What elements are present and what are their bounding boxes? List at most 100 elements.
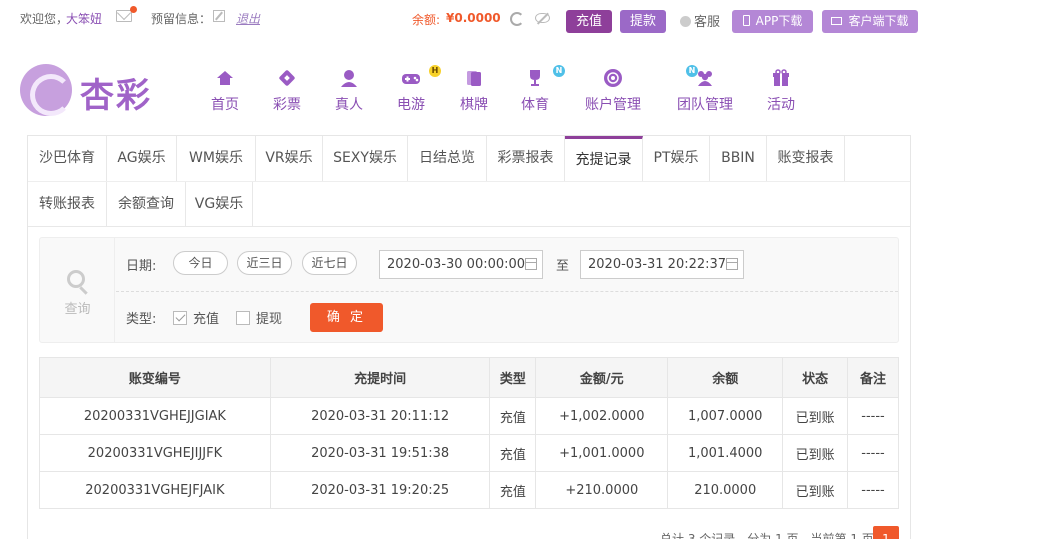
gamepad-icon bbox=[402, 74, 420, 84]
service-icon bbox=[680, 16, 691, 27]
query-divider bbox=[116, 291, 898, 292]
balance: 1,007.0000 bbox=[667, 397, 784, 435]
tab-bbin[interactable]: BBIN bbox=[710, 136, 767, 181]
logo-text: 杏彩 bbox=[80, 76, 152, 116]
tab-saba-sports[interactable]: 沙巴体育 bbox=[28, 136, 107, 181]
amount: +1,001.0000 bbox=[535, 434, 669, 472]
tab-wm[interactable]: WM娱乐 bbox=[177, 136, 256, 181]
time: 2020-03-31 19:20:25 bbox=[269, 471, 491, 509]
nav-label: 活动 bbox=[767, 97, 795, 113]
type-recharge-label: 充值 bbox=[193, 312, 220, 327]
table-row: 20200331VGHEJJGIAK 2020-03-31 20:11:12 充… bbox=[39, 397, 899, 435]
date-from-input[interactable]: 2020-03-30 00:00:00 bbox=[379, 250, 543, 279]
time: 2020-03-31 19:51:38 bbox=[269, 434, 491, 472]
site-logo[interactable]: 杏彩 bbox=[20, 62, 160, 116]
today-button[interactable]: 今日 bbox=[173, 251, 228, 275]
nav-label: 体育 bbox=[521, 97, 549, 113]
username-link[interactable]: 大笨妞 bbox=[66, 10, 102, 27]
report-tabs: 沙巴体育 AG娱乐 WM娱乐 VR娱乐 SEXY娱乐 日结总览 彩票报表 充提记… bbox=[28, 136, 910, 227]
tab-transfer-report[interactable]: 转账报表 bbox=[28, 182, 107, 227]
trophy-icon bbox=[530, 70, 540, 86]
top-bar: 欢迎您， 大笨妞 预留信息： 退出 余额: ¥0.0000 充值 提款 客服 A… bbox=[0, 0, 1042, 38]
page-1-button[interactable]: 1 bbox=[873, 526, 899, 539]
confirm-button[interactable]: 确 定 bbox=[310, 303, 383, 332]
nav-label: 电游 bbox=[397, 97, 425, 113]
refresh-icon[interactable] bbox=[510, 12, 524, 26]
balance-value: ¥0.0000 bbox=[446, 11, 501, 25]
nav-sports[interactable]: N 体育 bbox=[515, 65, 565, 114]
query-side-label: 查询 bbox=[64, 302, 91, 317]
tab-daily-summary[interactable]: 日结总览 bbox=[408, 136, 487, 181]
new-badge: N bbox=[553, 65, 565, 77]
calendar-icon[interactable] bbox=[726, 258, 738, 270]
date-to-input[interactable]: 2020-03-31 20:22:37 bbox=[580, 250, 744, 279]
team-icon bbox=[698, 71, 712, 86]
checkbox-checked[interactable] bbox=[173, 311, 187, 325]
tab-sexy[interactable]: SEXY娱乐 bbox=[323, 136, 408, 181]
calendar-icon[interactable] bbox=[525, 258, 537, 270]
cards-icon bbox=[467, 71, 481, 86]
hide-balance-icon[interactable] bbox=[535, 13, 550, 23]
amount: +1,002.0000 bbox=[535, 397, 669, 435]
edit-icon[interactable] bbox=[213, 10, 225, 22]
customer-service-link[interactable]: 客服 bbox=[680, 11, 720, 30]
live-dealer-icon bbox=[341, 70, 357, 87]
query-form: 查询 日期: 今日 近三日 近七日 2020-03-30 00:00:00 至 … bbox=[39, 237, 899, 343]
gift-icon bbox=[773, 69, 789, 86]
account-icon bbox=[604, 69, 622, 87]
nav-account[interactable]: 账户管理 bbox=[582, 68, 644, 114]
tab-pt[interactable]: PT娱乐 bbox=[643, 136, 710, 181]
remark: ----- bbox=[847, 434, 899, 472]
balance-label: 余额: bbox=[412, 13, 441, 27]
logout-link[interactable]: 退出 bbox=[236, 10, 260, 27]
tab-lottery-report[interactable]: 彩票报表 bbox=[487, 136, 565, 181]
balance: 1,001.4000 bbox=[667, 434, 784, 472]
logo-emblem bbox=[20, 64, 72, 116]
type-withdraw-checkbox[interactable]: 提现 bbox=[236, 308, 282, 327]
balance: 210.0000 bbox=[667, 471, 784, 509]
tab-balance-query[interactable]: 余额查询 bbox=[107, 182, 186, 227]
tab-deposit-withdraw[interactable]: 充提记录 bbox=[565, 136, 643, 181]
last-3-days-button[interactable]: 近三日 bbox=[237, 251, 292, 275]
type: 充值 bbox=[489, 397, 537, 435]
table-row: 20200331VGHEJFJAIK 2020-03-31 19:20:25 充… bbox=[39, 471, 899, 509]
to-label: 至 bbox=[556, 259, 570, 274]
unread-dot bbox=[130, 6, 137, 13]
last-7-days-button[interactable]: 近七日 bbox=[302, 251, 357, 275]
withdraw-button[interactable]: 提款 bbox=[620, 10, 666, 33]
pager-summary: 总计 3 个记录，分为 1 页，当前第 1 页 bbox=[660, 532, 874, 539]
type-label: 类型: bbox=[126, 312, 157, 327]
reserved-info-label: 预留信息： bbox=[151, 12, 212, 26]
col-transaction-id: 账变编号 bbox=[39, 357, 271, 398]
nav-live[interactable]: N 真人 bbox=[329, 65, 698, 114]
col-amount: 金额/元 bbox=[535, 357, 669, 398]
nav-home[interactable]: 首页 bbox=[205, 68, 245, 114]
mail-icon[interactable] bbox=[116, 10, 132, 22]
nav-lottery[interactable]: 彩票 bbox=[267, 68, 307, 114]
nav-team[interactable]: 团队管理 bbox=[674, 68, 736, 114]
client-download-button[interactable]: 客户端下载 bbox=[822, 10, 918, 33]
tab-vg[interactable]: VG娱乐 bbox=[186, 182, 253, 227]
tab-ag[interactable]: AG娱乐 bbox=[107, 136, 177, 181]
status: 已到账 bbox=[782, 434, 849, 472]
tab-vr[interactable]: VR娱乐 bbox=[256, 136, 323, 181]
type: 充值 bbox=[489, 434, 537, 472]
nav-egames[interactable]: H 电游 bbox=[391, 65, 441, 114]
time: 2020-03-31 20:11:12 bbox=[269, 397, 491, 435]
status: 已到账 bbox=[782, 397, 849, 435]
hot-badge: H bbox=[429, 65, 441, 77]
type-recharge-checkbox[interactable]: 充值 bbox=[173, 308, 219, 327]
date-to-value: 2020-03-31 20:22:37 bbox=[588, 257, 727, 272]
remark: ----- bbox=[847, 471, 899, 509]
recharge-button[interactable]: 充值 bbox=[566, 10, 612, 33]
table-header-row: 账变编号 充提时间 类型 金额/元 余额 状态 备注 bbox=[39, 357, 899, 398]
client-download-label: 客户端下载 bbox=[848, 14, 909, 28]
tab-account-change[interactable]: 账变报表 bbox=[767, 136, 845, 181]
nav-promotions[interactable]: 活动 bbox=[763, 68, 799, 114]
amount: +210.0000 bbox=[535, 471, 669, 509]
checkbox-unchecked[interactable] bbox=[236, 311, 250, 325]
app-download-button[interactable]: APP下载 bbox=[732, 10, 813, 33]
type: 充值 bbox=[489, 471, 537, 509]
nav-chess[interactable]: 棋牌 bbox=[454, 68, 494, 114]
transaction-id: 20200331VGHEJJGIAK bbox=[39, 397, 271, 435]
